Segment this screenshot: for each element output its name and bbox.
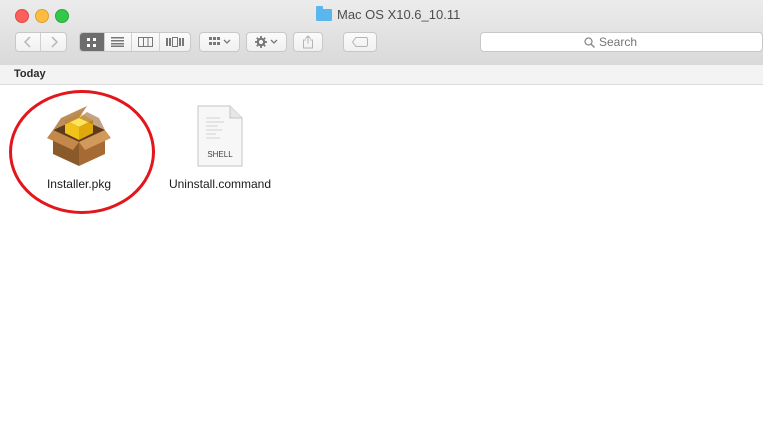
chevron-left-icon <box>24 36 31 48</box>
forward-button[interactable] <box>41 33 66 51</box>
finder-window: Mac OS X10.6_10.11 Search Today Installe… <box>0 0 763 439</box>
view-mode-control <box>79 32 191 52</box>
section-header-today: Today <box>0 65 763 85</box>
icon-view-icon <box>87 37 97 47</box>
file-item-uninstall-command[interactable]: SHELL Uninstall.command <box>164 104 276 191</box>
folder-icon <box>316 6 332 21</box>
list-view-icon <box>111 37 125 47</box>
arrange-button[interactable] <box>199 32 240 52</box>
file-item-installer-pkg[interactable]: Installer.pkg <box>29 106 129 191</box>
share-button[interactable] <box>293 32 323 52</box>
close-button[interactable] <box>15 9 29 23</box>
list-view-button[interactable] <box>105 33 133 51</box>
search-input[interactable] <box>599 35 659 49</box>
magnifier-icon <box>584 36 595 48</box>
section-label: Today <box>14 68 46 80</box>
coverflow-view-button[interactable] <box>160 33 190 51</box>
file-name: Uninstall.command <box>168 177 272 191</box>
column-view-button[interactable] <box>132 33 160 51</box>
window-title: Mac OS X10.6_10.11 <box>316 5 460 23</box>
zoom-button[interactable] <box>55 9 69 23</box>
tag-button[interactable] <box>343 32 377 52</box>
file-name: Installer.pkg <box>46 177 112 191</box>
gear-icon <box>254 36 277 48</box>
icon-view-button[interactable] <box>80 33 105 51</box>
tag-icon <box>352 37 368 47</box>
shell-label: SHELL <box>207 150 233 159</box>
minimize-button[interactable] <box>35 9 49 23</box>
back-button[interactable] <box>16 33 42 51</box>
column-view-icon <box>137 37 153 47</box>
coverflow-view-icon <box>165 37 184 47</box>
window-title-text: Mac OS X10.6_10.11 <box>337 6 461 22</box>
share-icon <box>303 35 313 49</box>
arrange-grid-icon <box>208 37 230 45</box>
chevron-right-icon <box>50 36 58 48</box>
action-button[interactable] <box>246 32 287 52</box>
title-bar: Mac OS X10.6_10.11 <box>0 0 763 66</box>
package-box-icon <box>47 106 111 166</box>
nav-buttons <box>15 32 67 52</box>
shell-document-icon: SHELL <box>197 105 243 167</box>
search-field[interactable] <box>480 32 763 52</box>
